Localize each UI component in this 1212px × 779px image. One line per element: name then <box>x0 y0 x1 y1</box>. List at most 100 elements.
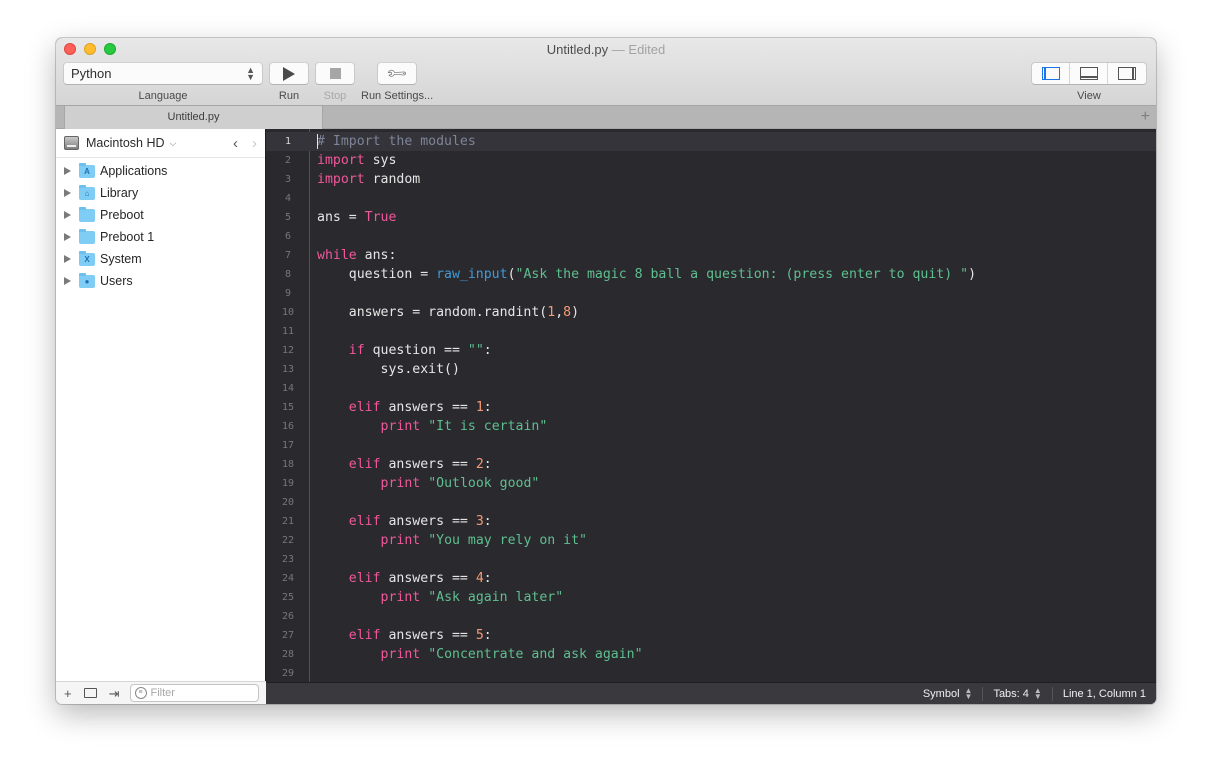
sidebar-item-system[interactable]: X System <box>56 248 265 270</box>
stop-button[interactable] <box>315 62 355 85</box>
language-select[interactable]: Python ▲ ▼ <box>63 62 263 85</box>
sidebar-item-preboot[interactable]: Preboot <box>56 204 265 226</box>
volume-selector[interactable]: Macintosh HD <box>86 136 165 150</box>
code-line[interactable]: 23 <box>266 550 1156 569</box>
code-line[interactable]: 15 elif answers == 1: <box>266 398 1156 417</box>
sidebar-item-label: System <box>100 252 142 266</box>
code-token: "Outlook good" <box>428 476 540 491</box>
code-line[interactable]: 1 # Import the modules <box>266 132 1156 151</box>
code-token: : <box>483 457 492 472</box>
code-line[interactable]: 8 question = raw_input("Ask the magic 8 … <box>266 265 1156 284</box>
toggle-bottom-pane-button[interactable] <box>1070 63 1108 84</box>
view-control: View <box>1031 62 1147 102</box>
code-token: answers == <box>380 514 476 529</box>
code-line[interactable]: 9 <box>266 284 1156 303</box>
code-text: print "Outlook good" <box>317 474 540 493</box>
code-token: "Ask again later" <box>428 590 564 605</box>
line-number: 1 <box>284 136 292 147</box>
updown-chevron-icon: ▲ ▼ <box>964 685 973 701</box>
code-line[interactable]: 3 import random <box>266 170 1156 189</box>
code-text: import random <box>317 170 420 189</box>
code-line[interactable]: 27 elif answers == 5: <box>266 626 1156 645</box>
applications-folder-icon: A <box>79 162 95 178</box>
cursor-position[interactable]: Line 1, Column 1 <box>1051 686 1156 701</box>
run-settings-button[interactable]: 🔧︎ <box>377 61 418 85</box>
code-line[interactable]: 20 <box>266 493 1156 512</box>
chevron-down-icon[interactable]: ⌵ <box>170 138 177 149</box>
reveal-in-finder-icon[interactable]: ⇥ <box>109 687 120 700</box>
sidebar-item-preboot-1[interactable]: Preboot 1 <box>56 226 265 248</box>
code-line[interactable]: 5 ans = True <box>266 208 1156 227</box>
code-token: "Concentrate and ask again" <box>428 647 643 662</box>
disclosure-triangle-icon[interactable] <box>64 211 71 219</box>
stop-control: Stop <box>315 62 355 102</box>
code-line[interactable]: 26 <box>266 607 1156 626</box>
sidebar-item-library[interactable]: ⌂ Library <box>56 182 265 204</box>
code-line[interactable]: 16 print "It is certain" <box>266 417 1156 436</box>
code-line[interactable]: 11 <box>266 322 1156 341</box>
code-line[interactable]: 7 while ans: <box>266 246 1156 265</box>
code-line[interactable]: 14 <box>266 379 1156 398</box>
back-button[interactable]: ‹ <box>233 135 238 152</box>
code-text: elif answers == 4: <box>317 569 492 588</box>
disclosure-triangle-icon[interactable] <box>64 277 71 285</box>
line-number: 22 <box>281 535 295 546</box>
disclosure-triangle-icon[interactable] <box>64 233 71 241</box>
new-folder-icon[interactable] <box>83 688 97 698</box>
run-button[interactable] <box>269 62 309 85</box>
code-line[interactable]: 10 answers = random.randint(1,8) <box>266 303 1156 322</box>
code-token: answers == <box>380 400 476 415</box>
tab-untitled-py[interactable]: Untitled.py <box>64 106 323 129</box>
code-line[interactable]: 28 print "Concentrate and ask again" <box>266 645 1156 664</box>
code-line[interactable]: 13 sys.exit() <box>266 360 1156 379</box>
toggle-left-pane-button[interactable] <box>1032 63 1070 84</box>
code-token: : <box>483 400 492 415</box>
toggle-right-pane-button[interactable] <box>1108 63 1146 84</box>
code-token: : <box>483 628 492 643</box>
code-token: True <box>364 210 397 225</box>
window-title: Untitled.py — Edited <box>56 42 1156 57</box>
code-line[interactable]: 19 print "Outlook good" <box>266 474 1156 493</box>
tab-width-selector[interactable]: Tabs: 4 ▲ ▼ <box>982 686 1051 701</box>
code-text: print "Ask again later" <box>317 588 564 607</box>
code-line[interactable]: 6 <box>266 227 1156 246</box>
sidebar-item-users[interactable]: ● Users <box>56 270 265 292</box>
code-text: print "You may rely on it" <box>317 531 587 550</box>
code-editor[interactable]: 1 # Import the modules 2 import sys 3 import … <box>266 129 1156 682</box>
code-token: 1 <box>475 400 484 415</box>
code-line[interactable]: 24 elif answers == 4: <box>266 569 1156 588</box>
line-number: 13 <box>281 364 295 375</box>
disclosure-triangle-icon[interactable] <box>64 189 71 197</box>
code-token: : <box>483 571 492 586</box>
line-number: 17 <box>281 440 295 451</box>
code-line[interactable]: 21 elif answers == 3: <box>266 512 1156 531</box>
new-tab-button[interactable]: + <box>1141 107 1150 127</box>
code-line[interactable]: 25 print "Ask again later" <box>266 588 1156 607</box>
sidebar-item-applications[interactable]: A Applications <box>56 160 265 182</box>
forward-button[interactable]: › <box>252 135 257 152</box>
disclosure-triangle-icon[interactable] <box>64 255 71 263</box>
code-line[interactable]: 29 <box>266 664 1156 682</box>
code-line[interactable]: 17 <box>266 436 1156 455</box>
code-line[interactable]: 4 <box>266 189 1156 208</box>
line-number: 25 <box>281 592 295 603</box>
add-icon[interactable]: + <box>64 687 72 700</box>
symbol-selector[interactable]: Symbol ▲ ▼ <box>913 685 983 701</box>
line-number: 3 <box>284 174 292 185</box>
disclosure-triangle-icon[interactable] <box>64 167 71 175</box>
code-line[interactable]: 18 elif answers == 2: <box>266 455 1156 474</box>
code-token: elif <box>348 457 381 472</box>
code-token: print <box>380 647 421 662</box>
users-folder-icon: ● <box>79 272 95 288</box>
code-line[interactable]: 12 if question == "": <box>266 341 1156 360</box>
code-line[interactable]: 22 print "You may rely on it" <box>266 531 1156 550</box>
code-text: if question == "": <box>317 341 492 360</box>
code-token: "Ask the magic 8 ball a question: (press… <box>515 267 969 282</box>
code-token: question = <box>317 267 437 282</box>
code-line[interactable]: 2 import sys <box>266 151 1156 170</box>
code-token: ans: <box>356 248 397 263</box>
filter-input[interactable]: ≡ Filter <box>129 684 259 702</box>
